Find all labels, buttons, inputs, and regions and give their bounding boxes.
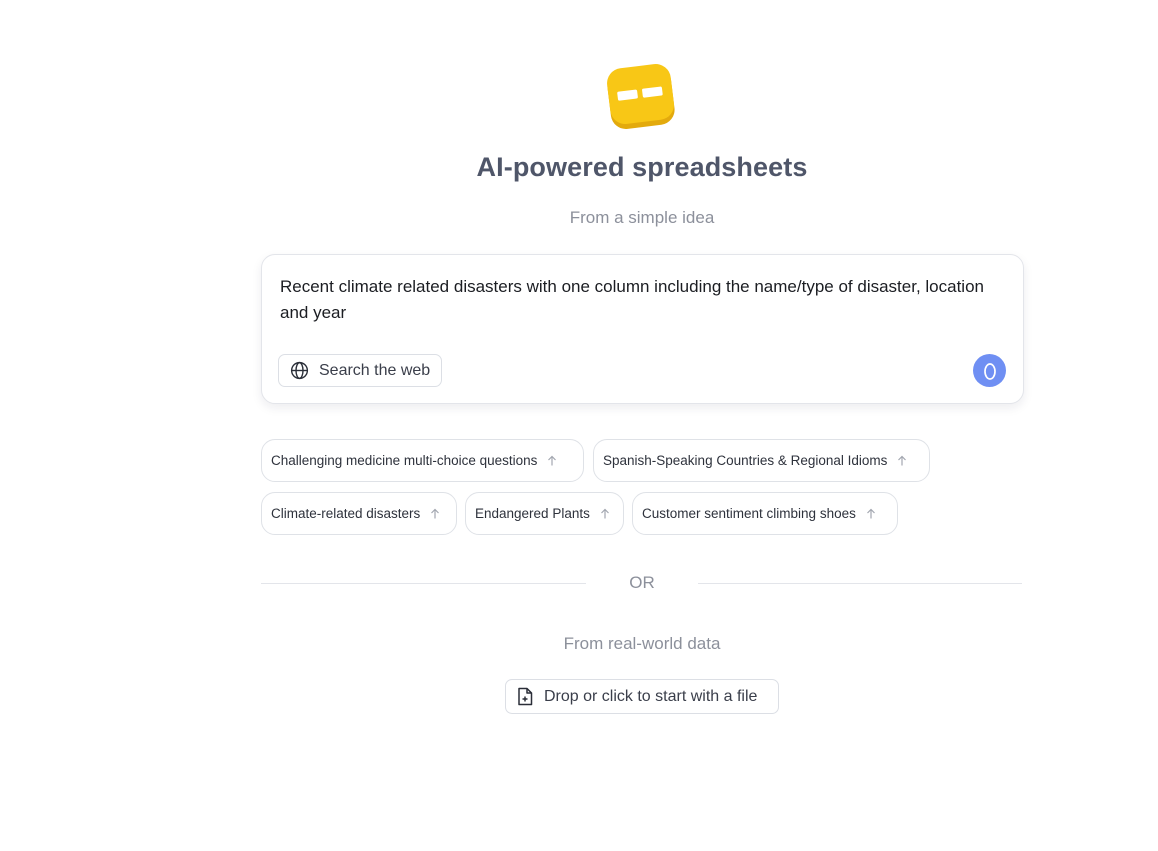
arrow-up-icon <box>431 508 440 518</box>
suggestion-chip[interactable]: Spanish-Speaking Countries & Regional Id… <box>593 439 930 482</box>
prompt-card: Recent climate related disasters with on… <box>261 254 1024 404</box>
prompt-input[interactable]: Recent climate related disasters with on… <box>280 274 1005 326</box>
suggestion-chip[interactable]: Challenging medicine multi-choice questi… <box>261 439 584 482</box>
file-upload-label: Drop or click to start with a file <box>544 687 758 705</box>
divider-line-right <box>698 583 1022 584</box>
spreadsheet-logo-icon <box>607 64 675 129</box>
send-icon <box>983 362 996 380</box>
arrow-up-icon <box>898 455 907 465</box>
suggestion-chip-label: Spanish-Speaking Countries & Regional Id… <box>603 453 888 468</box>
globe-icon <box>290 361 309 380</box>
page-title: AI-powered spreadsheets <box>476 152 808 182</box>
suggestion-chip-label: Customer sentiment climbing shoes <box>642 506 856 521</box>
suggestion-chip[interactable]: Climate-related disasters <box>261 492 457 535</box>
suggestion-chip-label: Challenging medicine multi-choice questi… <box>271 453 538 468</box>
suggestion-chip-label: Climate-related disasters <box>271 506 421 521</box>
page-subtitle: From a simple idea <box>569 208 715 227</box>
divider-line-left <box>261 583 586 584</box>
send-button[interactable] <box>973 354 1006 387</box>
search-web-label: Search the web <box>319 361 431 379</box>
arrow-up-icon <box>600 508 609 518</box>
suggestion-chip[interactable]: Endangered Plants <box>465 492 624 535</box>
file-upload-button[interactable]: Drop or click to start with a file <box>505 679 779 714</box>
suggestion-chip[interactable]: Customer sentiment climbing shoes <box>632 492 898 535</box>
arrow-up-icon <box>548 455 557 465</box>
suggestion-chip-label: Endangered Plants <box>475 506 590 521</box>
or-divider-label: OR <box>629 573 655 592</box>
data-source-title: From real-world data <box>563 634 721 653</box>
arrow-up-icon <box>866 508 875 518</box>
file-plus-icon <box>518 687 533 706</box>
search-web-button[interactable]: Search the web <box>278 354 443 387</box>
page: AI-powered spreadsheets From a simple id… <box>0 0 1158 851</box>
